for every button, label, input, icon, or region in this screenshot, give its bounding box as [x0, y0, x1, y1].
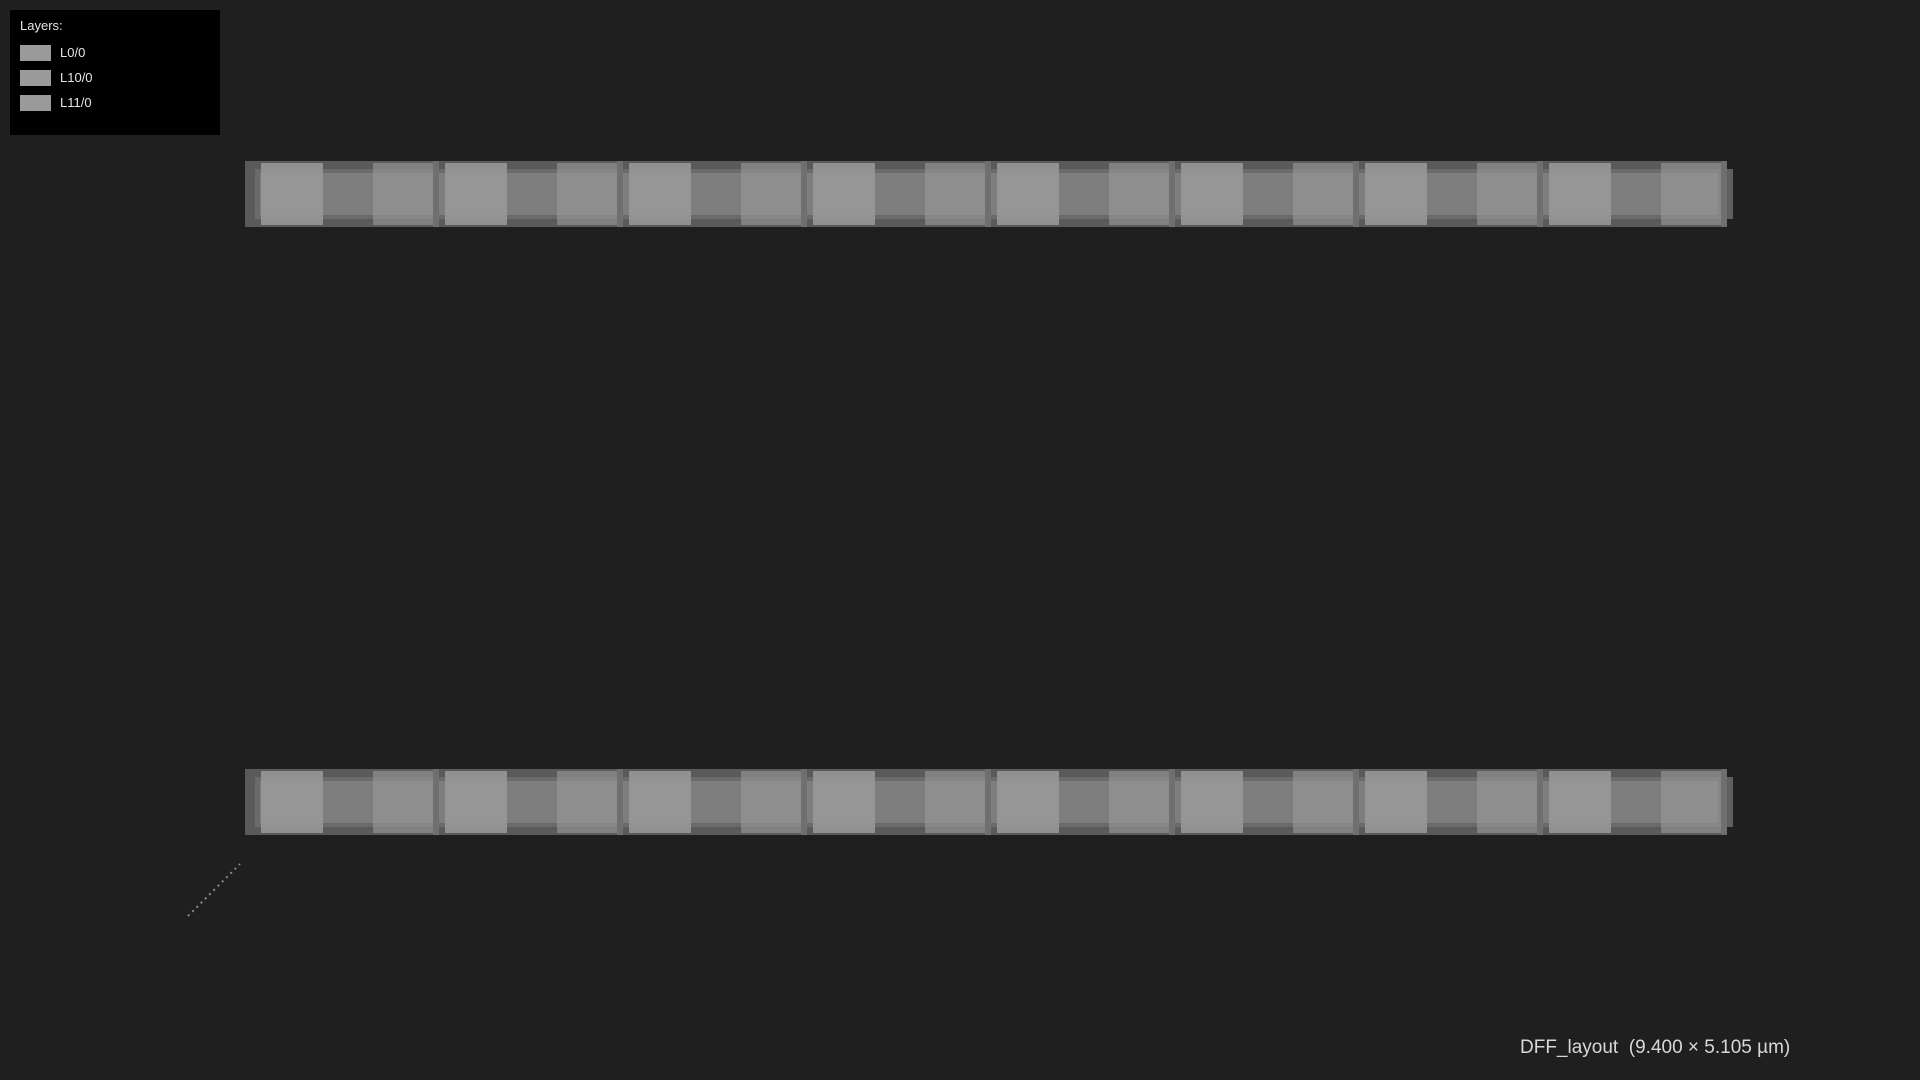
- rail-divider: [1537, 161, 1543, 227]
- rail-pad: [1477, 163, 1539, 225]
- rail-pad: [813, 163, 875, 225]
- rail-divider: [985, 161, 991, 227]
- legend-item-l11[interactable]: L11/0: [20, 95, 92, 111]
- rail-pad: [741, 163, 803, 225]
- rail-pad: [261, 771, 323, 833]
- rail-divider: [985, 769, 991, 835]
- rail-pad: [445, 771, 507, 833]
- rail-divider: [1353, 769, 1359, 835]
- bottom-rail-shapes: [245, 769, 1733, 835]
- rail-divider: [801, 161, 807, 227]
- bottom-rail[interactable]: [245, 769, 1733, 835]
- rail-pad: [813, 771, 875, 833]
- rail-pad: [741, 771, 803, 833]
- rail-divider: [433, 161, 439, 227]
- rail-divider: [1353, 161, 1359, 227]
- layer-legend: Layers: L0/0 L10/0 L11/0: [10, 10, 220, 135]
- rail-divider: [1537, 769, 1543, 835]
- rail-pad: [1549, 771, 1611, 833]
- rail-pad: [629, 771, 691, 833]
- legend-item-label: L10/0: [60, 70, 93, 85]
- rail-pad: [1293, 163, 1355, 225]
- rail-pad: [1365, 771, 1427, 833]
- rail-pad: [373, 163, 435, 225]
- rail-pad: [997, 163, 1059, 225]
- legend-title: Layers:: [20, 18, 63, 33]
- rail-pad: [1109, 163, 1171, 225]
- rail-divider: [1169, 769, 1175, 835]
- rail-pad: [261, 163, 323, 225]
- legend-item-label: L0/0: [60, 45, 86, 60]
- layer-swatch: [20, 95, 51, 111]
- rail-pad: [1109, 771, 1171, 833]
- rail-pad: [1365, 163, 1427, 225]
- rail-divider: [1721, 769, 1727, 835]
- rail-pad: [997, 771, 1059, 833]
- layer-swatch: [20, 45, 51, 61]
- rail-pad: [557, 163, 619, 225]
- rail-pad: [1477, 771, 1539, 833]
- rail-divider: [433, 769, 439, 835]
- layout-caption: DFF_layout (9.400 × 5.105 µm): [1520, 1037, 1790, 1059]
- layer-swatch: [20, 70, 51, 86]
- legend-item-l10[interactable]: L10/0: [20, 70, 93, 86]
- layout-dimensions: (9.400 × 5.105 µm): [1628, 1037, 1791, 1058]
- rail-pad: [629, 163, 691, 225]
- rail-pad: [925, 163, 987, 225]
- rail-pad: [373, 771, 435, 833]
- rail-pad: [445, 163, 507, 225]
- layout-name: DFF_layout: [1520, 1037, 1619, 1058]
- top-rail-shapes: [245, 161, 1733, 227]
- rail-pad: [925, 771, 987, 833]
- rail-pad: [1293, 771, 1355, 833]
- rail-pad: [1181, 771, 1243, 833]
- rail-pad: [1661, 163, 1723, 225]
- legend-item-l0[interactable]: L0/0: [20, 45, 85, 61]
- rail-pad: [557, 771, 619, 833]
- rail-divider: [801, 769, 807, 835]
- rail-pad: [1549, 163, 1611, 225]
- layout-canvas[interactable]: Layers: L0/0 L10/0 L11/0 DFF_layout (9.4…: [0, 0, 1920, 1080]
- rail-pad: [1181, 163, 1243, 225]
- top-rail[interactable]: [245, 161, 1733, 227]
- legend-item-label: L11/0: [60, 95, 92, 110]
- rail-divider: [1169, 161, 1175, 227]
- rail-pad: [1661, 771, 1723, 833]
- rail-divider: [617, 161, 623, 227]
- rail-divider: [617, 769, 623, 835]
- dotted-guide-line: [187, 863, 241, 917]
- rail-divider: [1721, 161, 1727, 227]
